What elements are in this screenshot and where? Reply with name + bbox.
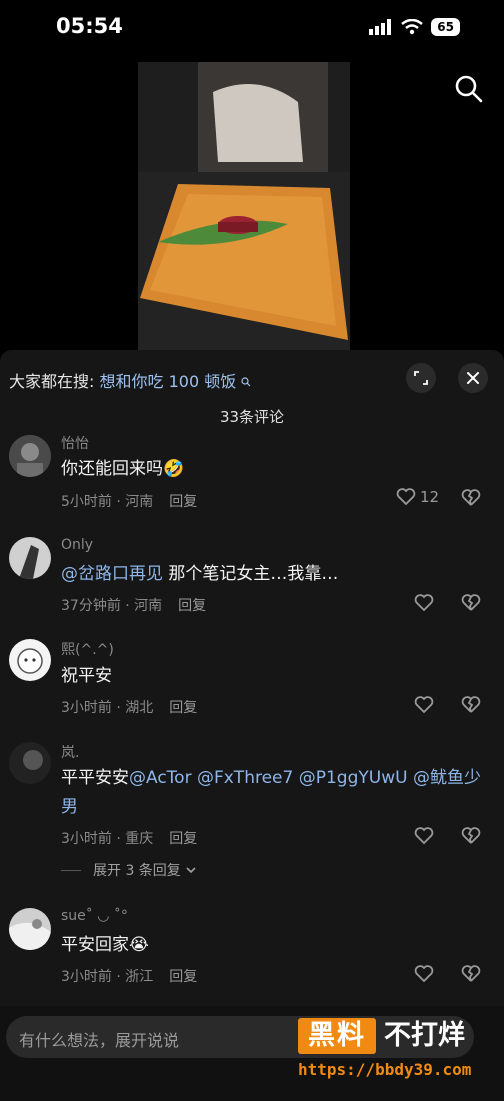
reply-button[interactable]: 回复 [169, 700, 197, 716]
comment-meta: 37分钟前 · 河南 回复 [61, 598, 207, 614]
broken-heart-icon [461, 489, 481, 506]
broken-heart-icon [461, 827, 481, 844]
like-button[interactable]: 12 [396, 488, 439, 506]
like-button[interactable] [414, 965, 434, 983]
avatar[interactable] [9, 435, 51, 477]
status-bar: 05:54 65 [0, 0, 504, 56]
mention-link[interactable]: @岔路口再见 [61, 564, 163, 584]
close-button[interactable] [458, 363, 488, 393]
comment-count: 33条评论 [219, 408, 285, 426]
trending-keyword[interactable]: 想和你吃 100 顿饭 [100, 372, 237, 391]
watermark-boxed-text: 黑料 [298, 1018, 376, 1054]
comment-input-placeholder: 有什么想法，展开说说 [19, 1031, 180, 1050]
status-time: 05:54 [56, 14, 123, 38]
reply-button[interactable]: 回复 [178, 598, 206, 614]
heart-icon [396, 488, 416, 506]
like-button[interactable] [414, 696, 434, 714]
reply-button[interactable]: 回复 [169, 969, 197, 985]
comment-text: 你还能回来吗🤣 [61, 459, 185, 479]
avatar[interactable] [9, 537, 51, 579]
watermark: 黑料 不打烊 https://bbdy39.com [298, 1012, 488, 1082]
broken-heart-icon [461, 594, 481, 611]
dislike-button[interactable] [461, 965, 481, 987]
divider [61, 869, 81, 871]
comment-author[interactable]: 岚. [61, 742, 79, 762]
like-button[interactable] [414, 594, 434, 612]
search-icon [455, 75, 483, 103]
comment-author[interactable]: sue˚ ◡ ˚° [61, 908, 128, 924]
expand-replies-button[interactable]: 展开 3 条回复 [61, 860, 197, 880]
close-icon [467, 372, 479, 384]
comment-author[interactable]: 怡怡 [61, 433, 89, 453]
heart-icon [414, 965, 434, 983]
video-player[interactable] [138, 62, 350, 350]
comment-meta: 3小时前 · 湖北 回复 [61, 700, 198, 716]
search-button[interactable] [454, 74, 484, 104]
comment-text: 祝平安 [61, 666, 112, 686]
rofl-emoji: 🤣 [163, 459, 185, 479]
heart-icon [414, 696, 434, 714]
avatar[interactable] [9, 639, 51, 681]
comment-author[interactable]: 熙(^.^) [61, 639, 114, 659]
expand-icon [414, 371, 428, 385]
heart-icon [414, 594, 434, 612]
trending-prefix: 大家都在搜: [9, 372, 95, 391]
expand-sheet-button[interactable] [406, 363, 436, 393]
comment-text: 平平安安@AcTor @FxThree7 @P1ggYUwU @鱿鱼少男 [61, 768, 481, 817]
comment-meta: 5小时前 · 河南 回复 [61, 494, 198, 510]
comment-text: 平安回家😭 [61, 935, 149, 955]
comment-text: @岔路口再见 那个笔记女主…我靠… [61, 564, 339, 584]
broken-heart-icon [461, 696, 481, 713]
trending-search[interactable]: 大家都在搜: 想和你吃 100 顿饭 [9, 368, 251, 392]
dislike-button[interactable] [461, 827, 481, 849]
dislike-button[interactable] [461, 489, 481, 511]
avatar[interactable] [9, 908, 51, 950]
status-icons: 65 [369, 18, 460, 36]
crying-emoji: 😭 [129, 935, 149, 955]
watermark-url: https://bbdy39.com [298, 1060, 472, 1079]
signal-icon [369, 19, 392, 35]
dislike-button[interactable] [461, 594, 481, 616]
wifi-icon [401, 19, 424, 35]
reply-button[interactable]: 回复 [169, 494, 197, 510]
comment-input-bar: 有什么想法，展开说说 黑料 不打烊 https://bbdy39.com [0, 1006, 504, 1101]
like-count: 12 [420, 488, 440, 506]
search-small-icon [241, 377, 251, 387]
avatar[interactable] [9, 742, 51, 784]
dislike-button[interactable] [461, 696, 481, 718]
reply-button[interactable]: 回复 [169, 831, 197, 847]
like-button[interactable] [414, 827, 434, 845]
battery-indicator: 65 [431, 18, 460, 36]
heart-icon [414, 827, 434, 845]
broken-heart-icon [461, 965, 481, 982]
comment-meta: 3小时前 · 浙江 回复 [61, 969, 198, 985]
video-frame [138, 62, 350, 350]
chevron-down-icon [186, 867, 196, 874]
watermark-text: 不打烊 [384, 1020, 465, 1051]
comment-meta: 3小时前 · 重庆 回复 [61, 831, 198, 847]
comment-author[interactable]: Only [61, 537, 93, 553]
